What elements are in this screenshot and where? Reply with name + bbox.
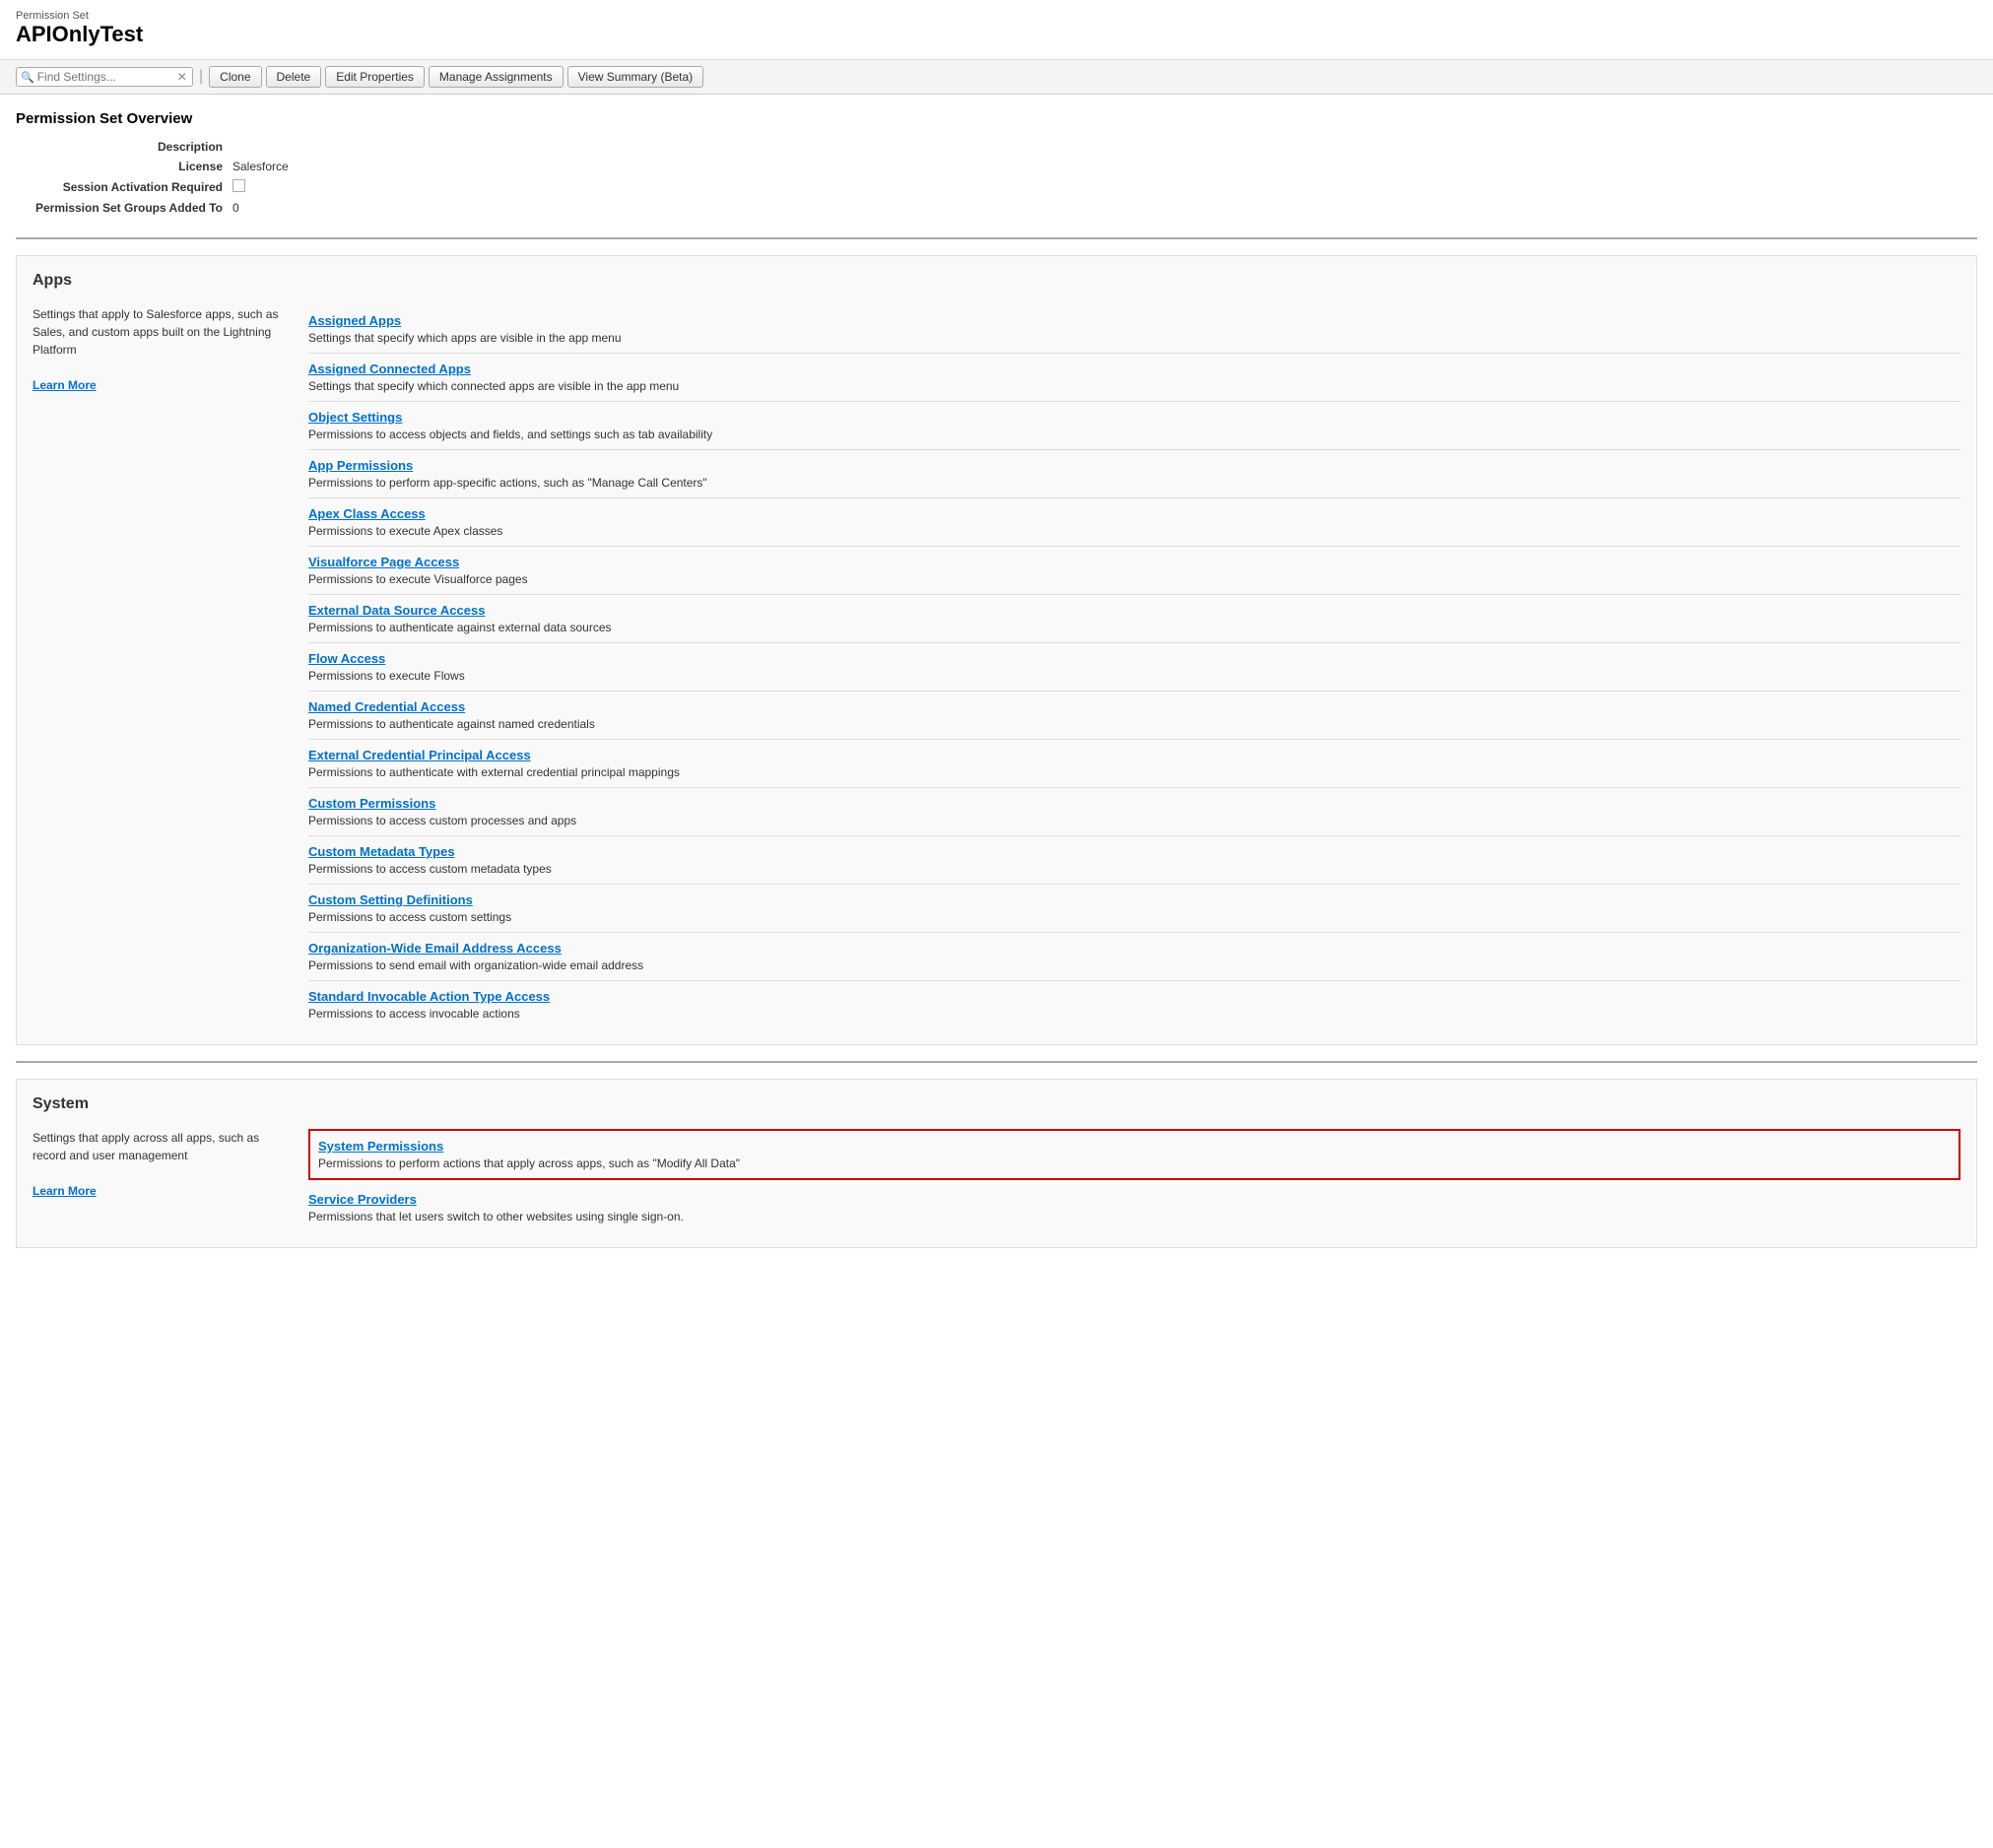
- system-inner: Settings that apply across all apps, suc…: [33, 1129, 1960, 1231]
- apps-section: Apps Settings that apply to Salesforce a…: [16, 255, 1977, 1045]
- session-checkbox[interactable]: [233, 179, 245, 192]
- named-credential-access-link[interactable]: Named Credential Access: [308, 699, 1960, 714]
- app-item-external-data-source-access: External Data Source Access Permissions …: [308, 595, 1960, 643]
- assigned-apps-desc: Settings that specify which apps are vis…: [308, 331, 622, 345]
- system-description: Settings that apply across all apps, suc…: [33, 1129, 289, 1164]
- app-item-object-settings: Object Settings Permissions to access ob…: [308, 402, 1960, 450]
- apps-left-panel: Settings that apply to Salesforce apps, …: [33, 305, 289, 1028]
- flow-access-desc: Permissions to execute Flows: [308, 669, 465, 683]
- service-providers-desc: Permissions that let users switch to oth…: [308, 1210, 684, 1223]
- apps-learn-more-link[interactable]: Learn More: [33, 378, 97, 392]
- app-permissions-link[interactable]: App Permissions: [308, 458, 1960, 473]
- app-permissions-desc: Permissions to perform app-specific acti…: [308, 476, 707, 490]
- apex-class-access-desc: Permissions to execute Apex classes: [308, 524, 502, 538]
- org-wide-email-access-desc: Permissions to send email with organizat…: [308, 958, 643, 972]
- content-area: Permission Set Overview Description Lice…: [0, 95, 1993, 1280]
- section-divider-system: [16, 1061, 1977, 1063]
- apex-class-access-link[interactable]: Apex Class Access: [308, 506, 1960, 521]
- system-permissions-link[interactable]: System Permissions: [318, 1139, 1951, 1154]
- overview-row-description: Description: [16, 137, 1977, 157]
- external-credential-principal-access-desc: Permissions to authenticate with externa…: [308, 765, 680, 779]
- app-item-flow-access: Flow Access Permissions to execute Flows: [308, 643, 1960, 692]
- overview-label-description: Description: [16, 140, 233, 154]
- search-icon: 🔍: [21, 71, 34, 84]
- service-providers-link[interactable]: Service Providers: [308, 1192, 1960, 1207]
- flow-access-link[interactable]: Flow Access: [308, 651, 1960, 666]
- section-divider-apps: [16, 237, 1977, 239]
- search-input[interactable]: [37, 70, 175, 84]
- visualforce-page-access-desc: Permissions to execute Visualforce pages: [308, 572, 528, 586]
- app-item-custom-metadata-types: Custom Metadata Types Permissions to acc…: [308, 836, 1960, 885]
- custom-setting-definitions-link[interactable]: Custom Setting Definitions: [308, 892, 1960, 907]
- custom-permissions-link[interactable]: Custom Permissions: [308, 796, 1960, 811]
- system-learn-more-link[interactable]: Learn More: [33, 1184, 97, 1198]
- overview-label-license: License: [16, 160, 233, 173]
- app-item-custom-permissions: Custom Permissions Permissions to access…: [308, 788, 1960, 836]
- assigned-connected-apps-link[interactable]: Assigned Connected Apps: [308, 362, 1960, 376]
- overview-row-license: License Salesforce: [16, 157, 1977, 176]
- breadcrumb: Permission Set: [16, 10, 1977, 22]
- external-credential-principal-access-link[interactable]: External Credential Principal Access: [308, 748, 1960, 762]
- apps-right-panel: Assigned Apps Settings that specify whic…: [308, 305, 1960, 1028]
- assigned-connected-apps-desc: Settings that specify which connected ap…: [308, 379, 679, 393]
- search-clear-icon[interactable]: ✕: [175, 70, 189, 84]
- view-summary-button[interactable]: View Summary (Beta): [567, 66, 703, 88]
- overview-value-license: Salesforce: [233, 160, 289, 173]
- org-wide-email-access-link[interactable]: Organization-Wide Email Address Access: [308, 941, 1960, 956]
- object-settings-desc: Permissions to access objects and fields…: [308, 428, 712, 441]
- edit-properties-button[interactable]: Edit Properties: [325, 66, 425, 88]
- overview-label-session: Session Activation Required: [16, 180, 233, 194]
- overview-row-session: Session Activation Required: [16, 176, 1977, 198]
- app-item-custom-setting-definitions: Custom Setting Definitions Permissions t…: [308, 885, 1960, 933]
- toolbar: 🔍 ✕ | Clone Delete Edit Properties Manag…: [0, 60, 1993, 95]
- system-item-system-permissions: System Permissions Permissions to perfor…: [308, 1129, 1960, 1180]
- standard-invocable-action-link[interactable]: Standard Invocable Action Type Access: [308, 989, 1960, 1004]
- toolbar-divider: |: [199, 68, 203, 86]
- apps-description: Settings that apply to Salesforce apps, …: [33, 305, 289, 359]
- delete-button[interactable]: Delete: [266, 66, 322, 88]
- system-right-panel: System Permissions Permissions to perfor…: [308, 1129, 1960, 1231]
- external-data-source-access-desc: Permissions to authenticate against exte…: [308, 621, 612, 634]
- system-permissions-desc: Permissions to perform actions that appl…: [318, 1156, 740, 1170]
- apps-inner: Settings that apply to Salesforce apps, …: [33, 305, 1960, 1028]
- app-item-external-credential-principal-access: External Credential Principal Access Per…: [308, 740, 1960, 788]
- overview-value-groups: 0: [233, 201, 239, 215]
- app-item-apex-class-access: Apex Class Access Permissions to execute…: [308, 498, 1960, 547]
- standard-invocable-action-desc: Permissions to access invocable actions: [308, 1007, 520, 1021]
- app-item-standard-invocable-action: Standard Invocable Action Type Access Pe…: [308, 981, 1960, 1028]
- overview-row-groups: Permission Set Groups Added To 0: [16, 198, 1977, 218]
- app-item-visualforce-page-access: Visualforce Page Access Permissions to e…: [308, 547, 1960, 595]
- custom-permissions-desc: Permissions to access custom processes a…: [308, 814, 576, 827]
- overview-value-session: [233, 179, 245, 195]
- object-settings-link[interactable]: Object Settings: [308, 410, 1960, 425]
- visualforce-page-access-link[interactable]: Visualforce Page Access: [308, 555, 1960, 569]
- clone-button[interactable]: Clone: [209, 66, 261, 88]
- custom-metadata-types-desc: Permissions to access custom metadata ty…: [308, 862, 552, 876]
- overview-label-groups: Permission Set Groups Added To: [16, 201, 233, 215]
- custom-setting-definitions-desc: Permissions to access custom settings: [308, 910, 511, 924]
- external-data-source-access-link[interactable]: External Data Source Access: [308, 603, 1960, 618]
- app-item-org-wide-email-access: Organization-Wide Email Address Access P…: [308, 933, 1960, 981]
- app-item-app-permissions: App Permissions Permissions to perform a…: [308, 450, 1960, 498]
- overview-title: Permission Set Overview: [16, 110, 1977, 127]
- apps-section-title: Apps: [33, 272, 1960, 294]
- system-item-service-providers: Service Providers Permissions that let u…: [308, 1184, 1960, 1231]
- named-credential-access-desc: Permissions to authenticate against name…: [308, 717, 595, 731]
- manage-assignments-button[interactable]: Manage Assignments: [429, 66, 564, 88]
- page-title: APIOnlyTest: [16, 22, 1977, 47]
- search-wrapper: 🔍 ✕: [16, 67, 193, 87]
- overview-table: Description License Salesforce Session A…: [16, 137, 1977, 218]
- assigned-apps-link[interactable]: Assigned Apps: [308, 313, 1960, 328]
- system-section: System Settings that apply across all ap…: [16, 1079, 1977, 1248]
- custom-metadata-types-link[interactable]: Custom Metadata Types: [308, 844, 1960, 859]
- app-item-assigned-apps: Assigned Apps Settings that specify whic…: [308, 305, 1960, 354]
- app-item-named-credential-access: Named Credential Access Permissions to a…: [308, 692, 1960, 740]
- system-left-panel: Settings that apply across all apps, suc…: [33, 1129, 289, 1231]
- system-section-title: System: [33, 1095, 1960, 1117]
- app-item-assigned-connected-apps: Assigned Connected Apps Settings that sp…: [308, 354, 1960, 402]
